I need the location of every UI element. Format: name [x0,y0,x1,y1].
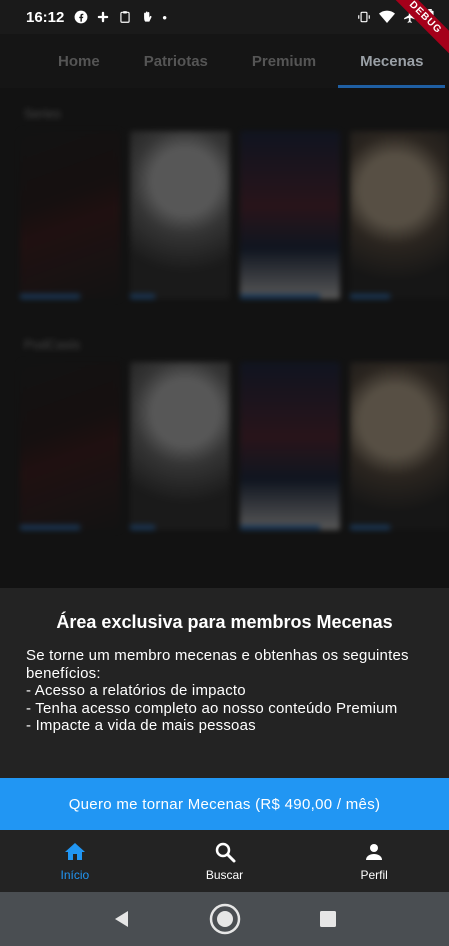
nav-label-perfil: Perfil [360,868,388,882]
become-mecenas-button[interactable]: Quero me tornar Mecenas (R$ 490,00 / mês… [0,778,449,830]
search-icon [215,842,235,863]
poster-item[interactable] [130,131,230,299]
back-triangle-icon [114,911,128,927]
poster-item[interactable] [20,362,120,530]
vibrate-icon [358,11,370,23]
wifi-icon [379,10,395,23]
top-tab-bar: Home Patriotas Premium Mecenas [0,34,449,88]
hand-icon [144,11,152,22]
poster-item[interactable] [240,362,340,530]
status-time: 16:12 [26,8,65,26]
nav-item-perfil[interactable]: Perfil [299,830,449,892]
back-button[interactable] [106,903,138,935]
system-navigation-bar [0,892,449,946]
nav-label-inicio: Início [60,868,90,882]
nav-item-inicio[interactable]: Início [0,830,150,892]
tab-patriotas[interactable]: Patriotas [122,34,230,88]
series-row [0,131,449,299]
bottom-navigation: Início Buscar Perfil [0,830,449,892]
section-title-podcasts: PodCasts [24,337,81,352]
tab-mecenas[interactable]: Mecenas [338,34,446,88]
card-title: Área exclusiva para membros Mecenas [56,612,393,632]
slack-icon [98,11,109,23]
home-button[interactable] [209,903,241,935]
dot-icon: • [162,9,167,25]
nav-label-buscar: Buscar [205,868,244,882]
podcasts-row [0,362,449,530]
recents-button[interactable] [312,903,344,935]
blurred-content: Series PodCasts [0,88,449,588]
home-circle-icon [209,903,240,935]
poster-item[interactable] [130,362,230,530]
poster-item[interactable] [240,131,340,299]
notification-icons: • [74,10,167,25]
mecenas-info-card: Área exclusiva para membros Mecenas Se t… [0,588,449,778]
poster-item[interactable] [350,131,449,299]
facebook-icon [74,10,88,24]
home-icon [64,843,85,860]
recents-square-icon [319,911,336,927]
clipboard-icon [120,11,131,23]
poster-item[interactable] [350,362,449,530]
person-icon [366,844,383,860]
tab-premium[interactable]: Premium [230,34,338,88]
section-title-series: Series [24,106,61,121]
nav-item-buscar[interactable]: Buscar [150,830,300,892]
tab-home[interactable]: Home [36,34,122,88]
poster-item[interactable] [20,131,120,299]
status-bar: 16:12 • [0,0,449,34]
card-description: Se torne um membro mecenas e obtenhas os… [26,647,409,734]
